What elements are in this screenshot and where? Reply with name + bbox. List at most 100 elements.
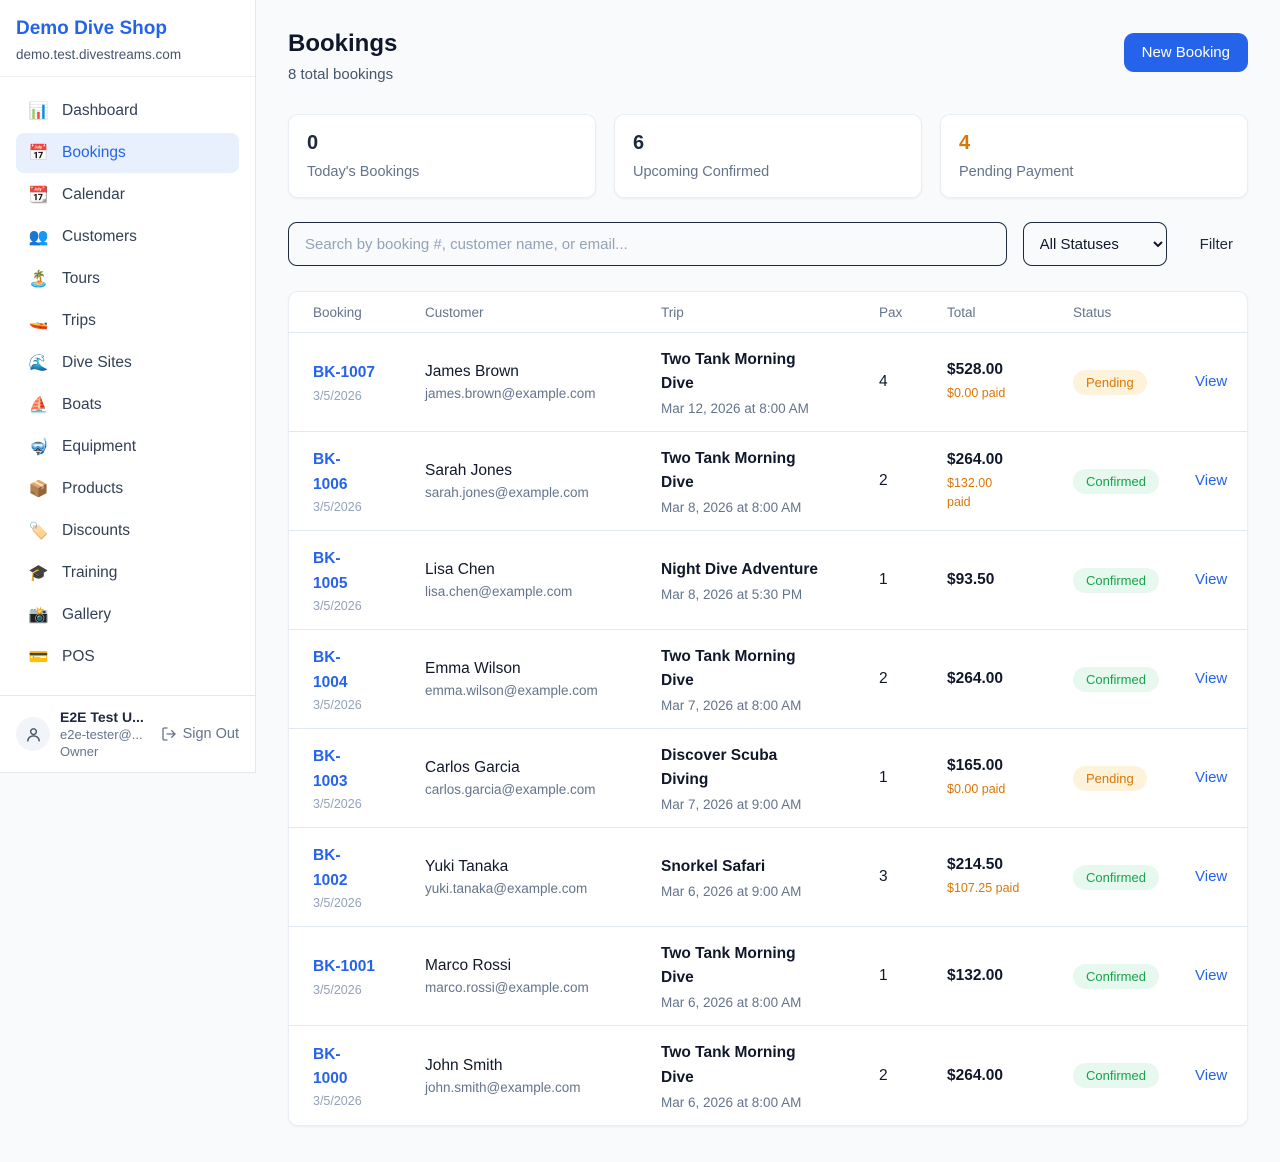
customer-email: emma.wilson@example.com [425,683,661,698]
booking-link[interactable]: BK-1007 [313,361,425,385]
customer-name: Carlos Garcia [425,759,661,777]
user-icon [25,726,42,743]
total-value: $264.00 [947,451,1073,469]
view-link[interactable]: View [1195,769,1227,786]
customer-cell: John Smith john.smith@example.com [425,1057,661,1095]
trip-name: Two Tank Morning Dive [661,348,879,396]
actions-cell: View [1195,1067,1227,1085]
booking-link[interactable]: BK- 1000 [313,1043,425,1091]
stat-label: Upcoming Confirmed [633,164,903,180]
pax-value: 2 [879,1067,947,1085]
sidebar: Demo Dive Shop demo.test.divestreams.com… [0,0,256,773]
customer-cell: Carlos Garcia carlos.garcia@example.com [425,759,661,797]
status-cell: Confirmed [1073,964,1195,989]
sidebar-item-discounts[interactable]: 🏷️ Discounts [16,511,239,551]
customer-name: James Brown [425,363,661,381]
sidebar-item-training[interactable]: 🎓 Training [16,553,239,593]
actions-cell: View [1195,769,1227,787]
customer-email: sarah.jones@example.com [425,485,661,500]
paid-value: $132.00 paid [947,474,1073,512]
trip-datetime: Mar 6, 2026 at 8:00 AM [661,995,879,1010]
total-cell: $165.00 $0.00 paid [947,757,1073,799]
trip-name: Snorkel Safari [661,855,879,879]
total-value: $264.00 [947,1067,1073,1085]
sidebar-item-trips[interactable]: 🚤 Trips [16,301,239,341]
trip-name: Two Tank Morning Dive [661,447,879,495]
sidebar-item-gallery[interactable]: 📸 Gallery [16,595,239,635]
user-box: E2E Test U... e2e-tester@... Owner Sign … [0,695,255,772]
booking-cell: BK- 1004 3/5/2026 [313,646,425,711]
trip-datetime: Mar 12, 2026 at 8:00 AM [661,401,879,416]
customer-cell: James Brown james.brown@example.com [425,363,661,401]
trip-cell: Discover Scuba Diving Mar 7, 2026 at 9:0… [661,744,879,812]
trip-datetime: Mar 8, 2026 at 8:00 AM [661,500,879,515]
pax-value: 4 [879,373,947,391]
view-link[interactable]: View [1195,868,1227,885]
user-email: e2e-tester@... [60,727,151,742]
booking-cell: BK- 1002 3/5/2026 [313,844,425,909]
total-value: $214.50 [947,856,1073,874]
booking-link[interactable]: BK- 1005 [313,547,425,595]
sidebar-item-calendar[interactable]: 📆 Calendar [16,175,239,215]
bookings-icon: 📅 [28,143,49,163]
trip-name: Two Tank Morning Dive [661,942,879,990]
sidebar-item-equipment[interactable]: 🤿 Equipment [16,427,239,467]
sidebar-item-customers[interactable]: 👥 Customers [16,217,239,257]
customer-name: John Smith [425,1057,661,1075]
customer-cell: Lisa Chen lisa.chen@example.com [425,561,661,599]
column-header-status: Status [1073,305,1195,320]
customer-name: Yuki Tanaka [425,858,661,876]
column-header-customer: Customer [425,305,661,320]
status-cell: Confirmed [1073,469,1195,494]
trip-name: Two Tank Morning Dive [661,645,879,693]
trip-cell: Two Tank Morning Dive Mar 7, 2026 at 8:0… [661,645,879,713]
new-booking-button[interactable]: New Booking [1124,33,1248,72]
booking-link[interactable]: BK- 1002 [313,844,425,892]
booking-link[interactable]: BK- 1003 [313,745,425,793]
status-filter-select[interactable]: All Statuses [1023,222,1167,266]
sidebar-item-products[interactable]: 📦 Products [16,469,239,509]
sidebar-item-tours[interactable]: 🏝️ Tours [16,259,239,299]
stat-card-upcoming-confirmed: 6 Upcoming Confirmed [614,114,922,198]
booking-link[interactable]: BK-1001 [313,955,425,979]
trips-icon: 🚤 [28,311,49,331]
sidebar-item-boats[interactable]: ⛵ Boats [16,385,239,425]
pax-value: 2 [879,670,947,688]
sidebar-item-dive-sites[interactable]: 🌊 Dive Sites [16,343,239,383]
status-badge: Confirmed [1073,469,1159,494]
search-input[interactable] [288,222,1007,266]
table-row: BK- 1003 3/5/2026 Carlos Garcia carlos.g… [289,729,1247,828]
stat-value: 6 [633,132,903,155]
total-value: $528.00 [947,361,1073,379]
actions-cell: View [1195,868,1227,886]
booking-link[interactable]: BK- 1006 [313,448,425,496]
view-link[interactable]: View [1195,1067,1227,1084]
sign-out-button[interactable]: Sign Out [161,726,239,742]
sidebar-item-dashboard[interactable]: 📊 Dashboard [16,91,239,131]
view-link[interactable]: View [1195,967,1227,984]
pax-value: 3 [879,868,947,886]
total-value: $132.00 [947,967,1073,985]
sidebar-item-bookings[interactable]: 📅 Bookings [16,133,239,173]
status-cell: Confirmed [1073,1063,1195,1088]
column-header-pax: Pax [879,305,947,320]
stat-card-pending-payment: 4 Pending Payment [940,114,1248,198]
filter-button[interactable]: Filter [1200,236,1233,253]
view-link[interactable]: View [1195,571,1227,588]
status-cell: Confirmed [1073,667,1195,692]
stat-value: 4 [959,132,1229,155]
brand-name: Demo Dive Shop [16,18,239,40]
view-link[interactable]: View [1195,670,1227,687]
gallery-icon: 📸 [28,605,49,625]
sidebar-item-pos[interactable]: 💳 POS [16,637,239,677]
boats-icon: ⛵ [28,395,49,415]
total-cell: $264.00 [947,670,1073,688]
status-badge: Confirmed [1073,1063,1159,1088]
view-link[interactable]: View [1195,472,1227,489]
view-link[interactable]: View [1195,373,1227,390]
status-badge: Pending [1073,370,1147,395]
booking-link[interactable]: BK- 1004 [313,646,425,694]
stat-label: Pending Payment [959,164,1229,180]
customer-name: Lisa Chen [425,561,661,579]
customer-cell: Marco Rossi marco.rossi@example.com [425,957,661,995]
